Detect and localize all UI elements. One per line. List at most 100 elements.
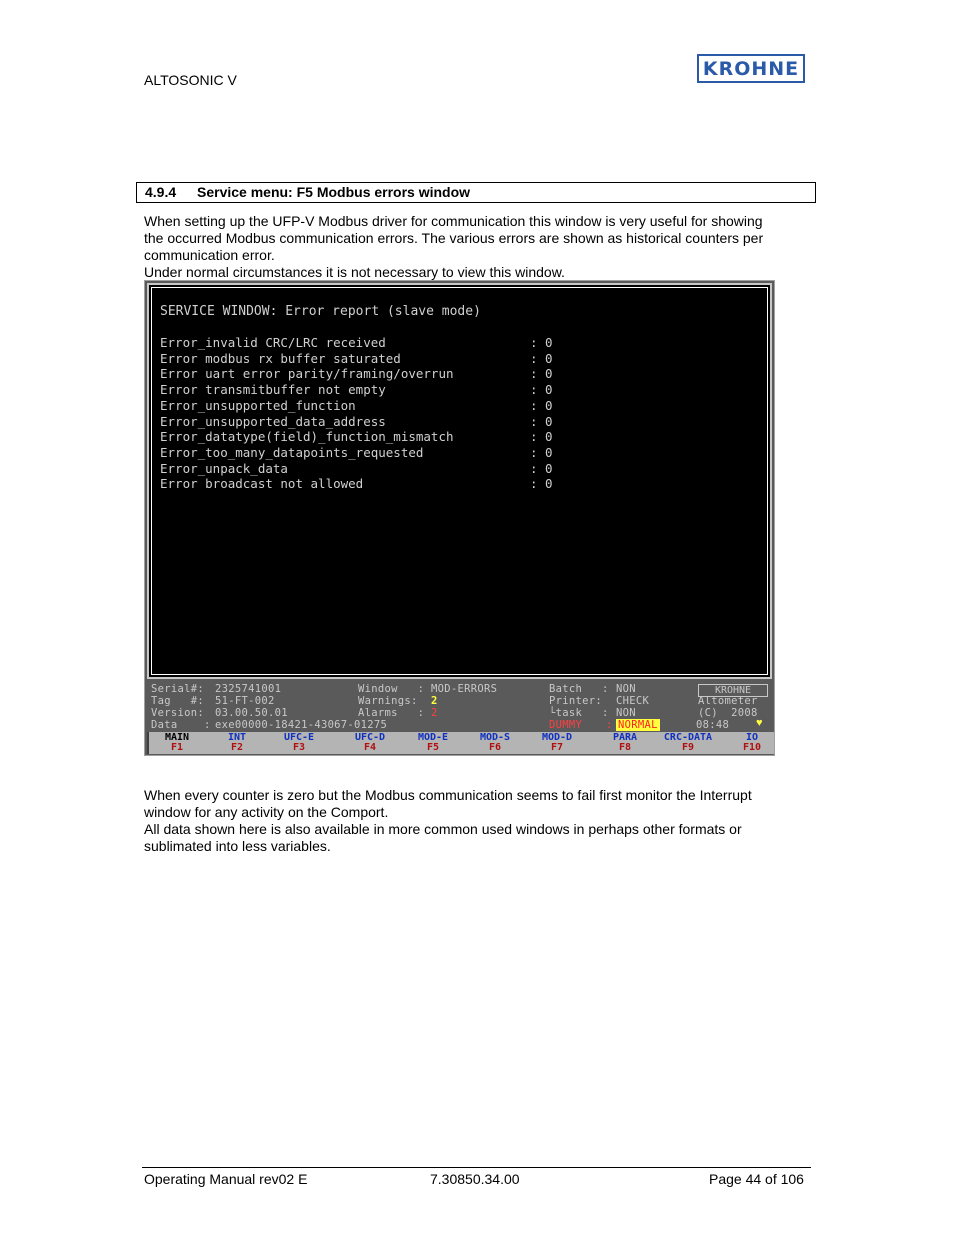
logo-text: KROHNE (702, 57, 800, 80)
function-key-f9[interactable]: CRC-DATA F9 (658, 733, 718, 753)
mode-label: DUMMY (549, 719, 583, 731)
error-label: Error_unpack_data (160, 460, 288, 476)
brand-product: Altometer (698, 695, 758, 707)
closing-line: All data shown here is also available in… (144, 821, 742, 837)
function-key-f2[interactable]: INT F2 (207, 733, 267, 753)
function-key-f1[interactable]: MAIN F1 (147, 733, 207, 753)
error-separator: : (530, 444, 538, 460)
closing-line: When every counter is zero but the Modbu… (144, 787, 752, 803)
function-key-f3[interactable]: UFC-E F3 (269, 733, 329, 753)
function-key-shortcut: F6 (488, 742, 502, 753)
error-count: 0 (545, 444, 553, 460)
error-separator: : (530, 335, 538, 350)
batch-label: Batch : (549, 683, 609, 695)
krohne-logo: KROHNE (697, 54, 805, 83)
error-count: 0 (545, 476, 553, 492)
error-separator: : (530, 460, 538, 476)
warnings-label: Warnings: (358, 695, 418, 707)
mode-separator: : (606, 719, 613, 731)
window-label: Window : (358, 683, 425, 695)
error-label: Error_datatype(field)_function_mismatch (160, 429, 454, 445)
error-label: Error_invalid CRC/LRC received (160, 335, 386, 350)
function-key-shortcut: F4 (363, 742, 377, 753)
function-key-shortcut: F7 (550, 742, 564, 753)
function-key-f10[interactable]: IO F10 (722, 733, 782, 753)
footer-divider (142, 1167, 811, 1168)
error-label: Error uart error parity/framing/overrun (160, 366, 454, 382)
error-count: 0 (545, 366, 553, 382)
error-separator: : (530, 382, 538, 398)
error-count: 0 (545, 382, 553, 398)
error-label: Error_unsupported_data_address (160, 413, 386, 429)
alarms-label: Alarms : (358, 707, 425, 719)
brand-copyright: (C) 2008 (698, 707, 758, 719)
error-label: Error broadcast not allowed (160, 476, 364, 492)
serial-value: 2325741001 (215, 683, 282, 695)
function-key-f7[interactable]: MOD-D F7 (527, 733, 587, 753)
function-key-f6[interactable]: MOD-S F6 (465, 733, 525, 753)
function-key-bar: MAIN F1 INT F2 UFC-E F3 UFC-D F4 MOD-E F5 MOD-S F6 M… (147, 732, 774, 754)
error-separator: : (530, 366, 538, 382)
serial-label: Serial#: (151, 683, 204, 695)
intro-line: Under normal circumstances it is not nec… (144, 264, 565, 280)
alarms-count: 2 (431, 707, 438, 719)
function-key-shortcut: F10 (742, 742, 762, 753)
section-number: 4.9.4 (145, 184, 177, 200)
data-value: exe00000-18421-43067-01275 (215, 719, 388, 731)
function-key-shortcut: F5 (426, 742, 440, 753)
footer-page-number: Page 44 of 106 (709, 1171, 804, 1187)
error-count: 0 (545, 350, 553, 366)
section-title: Service menu: F5 Modbus errors window (197, 184, 471, 200)
footer-doc-number: 7.30850.34.00 (430, 1171, 520, 1187)
window-value: MOD-ERRORS (431, 683, 498, 695)
intro-line: the occurred Modbus communication errors… (144, 230, 764, 246)
error-label: Error transmitbuffer not empty (160, 382, 386, 398)
task-label: └task : (549, 707, 609, 719)
error-count: 0 (545, 397, 553, 413)
tag-label: Tag #: (151, 695, 204, 707)
function-key-f4[interactable]: UFC-D F4 (340, 733, 400, 753)
intro-paragraph: When setting up the UFP-V Modbus driver … (144, 213, 804, 281)
closing-line: sublimated into less variables. (144, 838, 331, 854)
error-count: 0 (545, 335, 553, 350)
terminal-title: SERVICE WINDOW: Error report (slave mode… (160, 304, 481, 319)
error-separator: : (530, 429, 538, 445)
version-label: Version: (151, 707, 204, 719)
intro-line: communication error. (144, 247, 275, 263)
printer-value: CHECK (616, 695, 650, 707)
task-value: NON (616, 707, 636, 719)
error-count: 0 (545, 460, 553, 476)
heartbeat-icon: ♥ (756, 717, 763, 729)
error-count: 0 (545, 429, 553, 445)
printer-label: Printer: (549, 695, 602, 707)
batch-value: NON (616, 683, 636, 695)
error-separator: : (530, 476, 538, 492)
data-label: Data : (151, 719, 211, 731)
error-count: 0 (545, 413, 553, 429)
function-key-f8[interactable]: PARA F8 (595, 733, 655, 753)
version-value: 03.00.50.01 (215, 707, 288, 719)
footer-manual-rev: Operating Manual rev02 E (144, 1171, 308, 1187)
function-key-shortcut: F9 (681, 742, 695, 753)
terminal-border: SERVICE WINDOW: Error report (slave mode… (151, 287, 768, 675)
error-label: Error modbus rx buffer saturated (160, 350, 401, 366)
clock-time: 08:48 (696, 719, 730, 731)
mode-status-badge: NORMAL (616, 719, 660, 731)
service-window-screenshot: SERVICE WINDOW: Error report (slave mode… (144, 280, 775, 756)
terminal-screen: SERVICE WINDOW: Error report (slave mode… (147, 283, 772, 679)
closing-paragraph: When every counter is zero but the Modbu… (144, 787, 804, 855)
warnings-count: 2 (431, 695, 438, 707)
error-label: Error_unsupported_function (160, 397, 356, 413)
tag-value: 51-FT-002 (215, 695, 275, 707)
error-separator: : (530, 413, 538, 429)
function-key-shortcut: F1 (170, 742, 184, 753)
error-separator: : (530, 350, 538, 366)
status-bar: Serial#: 2325741001 Tag #: 51-FT-002 Ver… (147, 681, 772, 731)
function-key-shortcut: F8 (618, 742, 632, 753)
closing-line: window for any activity on the Comport. (144, 804, 389, 820)
document-product-title: ALTOSONIC V (144, 72, 237, 88)
function-key-f5[interactable]: MOD-E F5 (403, 733, 463, 753)
intro-line: When setting up the UFP-V Modbus driver … (144, 213, 763, 229)
section-heading: 4.9.4 Service menu: F5 Modbus errors wind… (136, 182, 816, 203)
error-separator: : (530, 397, 538, 413)
